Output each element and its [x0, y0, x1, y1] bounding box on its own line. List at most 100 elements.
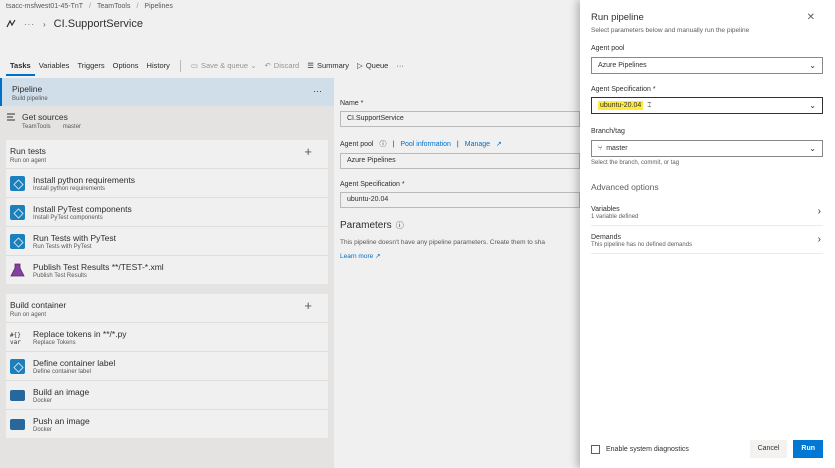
manage-link[interactable]: Manage — [465, 141, 490, 148]
task-subtitle: Docker — [33, 426, 53, 433]
summary-button[interactable]: ☰ Summary — [303, 56, 353, 76]
task-title: Publish Test Results **/TEST-*.xml — [33, 261, 164, 272]
chevron-right-icon: › — [817, 234, 821, 245]
info-icon[interactable]: ⓘ — [396, 220, 404, 231]
agent-pool-row: Agent pool ⓘ | Pool information | Manage… — [340, 139, 580, 149]
task-item[interactable]: Install python requirements Install pytho… — [6, 168, 328, 197]
job-build-container[interactable]: Build container Run on agent + — [6, 294, 328, 322]
task-item[interactable]: Publish Test Results **/TEST-*.xml Publis… — [6, 255, 328, 284]
breadcrumb-org[interactable]: tsacc-msfwest01-45-TnT — [6, 3, 83, 10]
dialog-title: Run pipeline — [591, 12, 644, 23]
task-title: Install PyTest components — [33, 203, 132, 214]
branch-label: Branch/tag — [591, 128, 625, 135]
agent-pool-dropdown[interactable]: Azure Pipelines ⌄ — [591, 57, 823, 74]
external-link-icon: ↗ — [375, 253, 381, 260]
task-title: Push an image — [33, 415, 90, 426]
pool-information-link[interactable]: Pool information — [400, 141, 451, 148]
get-sources-node[interactable]: Get sources TeamTools master — [0, 106, 334, 136]
toolbar-more-button[interactable]: ··· — [392, 56, 408, 76]
task-item[interactable]: Build an image Docker — [6, 380, 328, 409]
task-subtitle: Install PyTest components — [33, 214, 103, 221]
play-icon: ▷ — [357, 61, 363, 70]
agent-spec-label: Agent Specification * — [591, 86, 656, 93]
chevron-down-icon: ⌄ — [809, 61, 816, 70]
job-run-tests[interactable]: Run tests Run on agent + — [6, 140, 328, 168]
agent-spec-select[interactable]: ubuntu-20.04 — [340, 192, 580, 208]
task-item[interactable]: Install PyTest components Install PyTest … — [6, 197, 328, 226]
run-button[interactable]: Run — [793, 440, 823, 458]
chevron-down-icon: ⌄ — [809, 144, 816, 153]
branch-dropdown[interactable]: ⑂ master ⌄ — [591, 140, 823, 157]
python-task-icon — [10, 175, 25, 191]
task-title: Replace tokens in **/*.py — [33, 328, 127, 339]
queue-button[interactable]: ▷ Queue — [353, 56, 392, 76]
agent-pool-label: Agent pool — [591, 45, 625, 52]
agent-spec-dropdown[interactable]: ubuntu-20.04 ⌶ ⌄ — [591, 97, 823, 114]
diagnostics-checkbox[interactable] — [591, 444, 600, 454]
task-title: Install python requirements — [33, 174, 136, 185]
tab-triggers[interactable]: Triggers — [73, 56, 108, 76]
toolbar: Tasks Variables Triggers Options History… — [6, 56, 408, 76]
pipeline-details-panel: Name * CI.SupportService Agent pool ⓘ | … — [340, 100, 580, 260]
add-task-icon[interactable]: + — [304, 298, 312, 313]
add-task-icon[interactable]: + — [304, 144, 312, 159]
demands-expander[interactable]: Demands This pipeline has no defined dem… — [591, 228, 823, 254]
breadcrumb-section[interactable]: Pipelines — [144, 3, 172, 10]
task-item[interactable]: Run Tests with PyTest Run Tests with PyTe… — [6, 226, 328, 255]
svg-text:var: var — [10, 339, 21, 345]
task-item[interactable]: Push an image Docker — [6, 409, 328, 438]
name-label: Name * — [340, 100, 364, 107]
task-subtitle: Install python requirements — [33, 185, 106, 192]
save-queue-button[interactable]: ▭ Save & queue ⌄ — [187, 56, 261, 76]
discard-button[interactable]: ↶ Discard — [260, 56, 303, 76]
chevron-down-icon: ⌄ — [809, 101, 816, 110]
run-pipeline-dialog: Run pipeline Select parameters below and… — [580, 0, 835, 468]
breadcrumb-separator: / — [89, 2, 91, 10]
name-field[interactable]: CI.SupportService — [340, 111, 580, 127]
parameters-heading: Parameters ⓘ — [340, 220, 580, 231]
tab-variables[interactable]: Variables — [35, 56, 74, 76]
variables-title: Variables — [591, 206, 620, 213]
close-icon[interactable]: ✕ — [807, 12, 815, 23]
divider: | — [456, 140, 459, 148]
agent-spec-label: Agent Specification * — [340, 181, 405, 188]
tab-options[interactable]: Options — [109, 56, 143, 76]
job-subtitle: Run on agent — [10, 312, 47, 318]
task-subtitle: Run Tests with PyTest — [33, 243, 92, 250]
learn-more-link[interactable]: Learn more ↗ — [340, 252, 580, 260]
save-icon: ▭ — [190, 61, 198, 70]
task-item[interactable]: #{} var Replace tokens in **/*.py Replace … — [6, 322, 328, 351]
parameters-title: Parameters — [340, 220, 392, 231]
info-icon[interactable]: ⓘ — [379, 139, 386, 149]
agent-pool-select[interactable]: Azure Pipelines — [340, 153, 580, 169]
job-title: Build container — [10, 300, 67, 310]
docker-icon — [10, 389, 25, 401]
agent-pool-label: Agent pool — [340, 140, 374, 148]
parameters-text: This pipeline doesn't have any pipeline … — [340, 239, 546, 246]
get-sources-title: Get sources — [22, 112, 68, 122]
cancel-button[interactable]: Cancel — [749, 440, 788, 458]
agent-pool-value: Azure Pipelines — [598, 62, 647, 69]
discard-label: Discard — [273, 61, 300, 70]
advanced-options-heading: Advanced options — [591, 182, 659, 192]
more-icon[interactable]: ··· — [24, 20, 35, 29]
repo-name: TeamTools — [22, 124, 51, 130]
source-branch: master — [62, 124, 82, 130]
sources-icon — [7, 113, 15, 121]
tab-tasks[interactable]: Tasks — [6, 56, 35, 76]
task-item[interactable]: Define container label Define container l… — [6, 351, 328, 380]
page-header: ··· › CI.SupportService — [6, 18, 143, 30]
divider: | — [392, 140, 395, 148]
variables-expander[interactable]: Variables 1 variable defined › — [591, 200, 823, 226]
demands-title: Demands — [591, 234, 621, 241]
label-task-icon — [10, 358, 25, 374]
task-title: Define container label — [33, 357, 116, 368]
pipeline-node[interactable]: Pipeline Build pipeline ··· — [0, 78, 334, 106]
breadcrumb-project[interactable]: TeamTools — [97, 3, 130, 10]
task-title: Run Tests with PyTest — [33, 232, 116, 243]
breadcrumb-separator: / — [136, 2, 139, 10]
pipeline-more-button[interactable]: ··· — [313, 86, 322, 96]
dialog-subtitle: Select parameters below and manually run… — [591, 27, 750, 34]
tab-history[interactable]: History — [143, 56, 174, 76]
variables-subtitle: 1 variable defined — [591, 214, 639, 220]
